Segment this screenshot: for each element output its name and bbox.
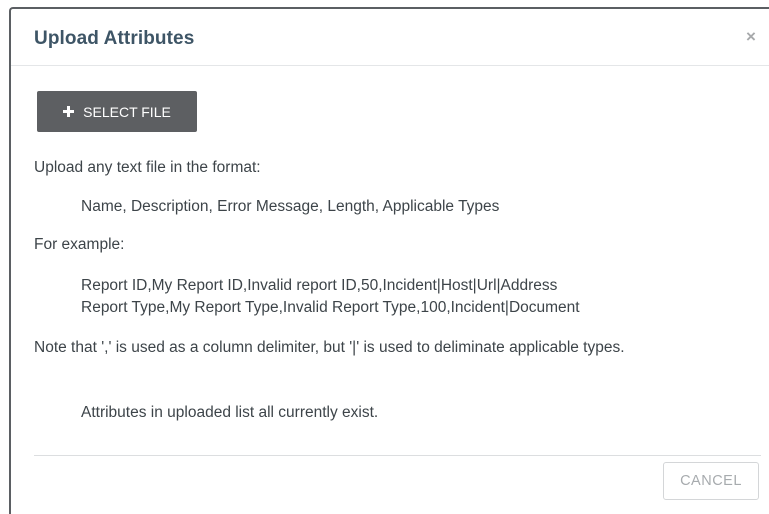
dialog-header: Upload Attributes × xyxy=(11,9,769,66)
cancel-button[interactable]: CANCEL xyxy=(663,462,759,500)
select-file-button[interactable]: SELECT FILE xyxy=(37,91,197,132)
delimiter-note-text: Note that ',' is used as a column delimi… xyxy=(34,339,625,356)
format-line-text: Name, Description, Error Message, Length… xyxy=(81,198,500,215)
upload-attributes-dialog: Upload Attributes × SELECT FILE Upload a… xyxy=(9,7,769,514)
plus-icon xyxy=(63,106,75,117)
example-line-1: Report ID,My Report ID,Invalid report ID… xyxy=(81,277,558,294)
footer-divider xyxy=(34,455,761,456)
example-line-2: Report Type,My Report Type,Invalid Repor… xyxy=(81,299,580,316)
dialog-title: Upload Attributes xyxy=(34,28,195,49)
example-intro-text: For example: xyxy=(34,236,125,253)
page: Upload Attributes × SELECT FILE Upload a… xyxy=(0,0,769,514)
close-icon[interactable]: × xyxy=(741,27,761,47)
format-intro-text: Upload any text file in the format: xyxy=(34,159,261,176)
select-file-label: SELECT FILE xyxy=(83,103,171,120)
upload-status-text: Attributes in uploaded list all currentl… xyxy=(81,404,379,421)
